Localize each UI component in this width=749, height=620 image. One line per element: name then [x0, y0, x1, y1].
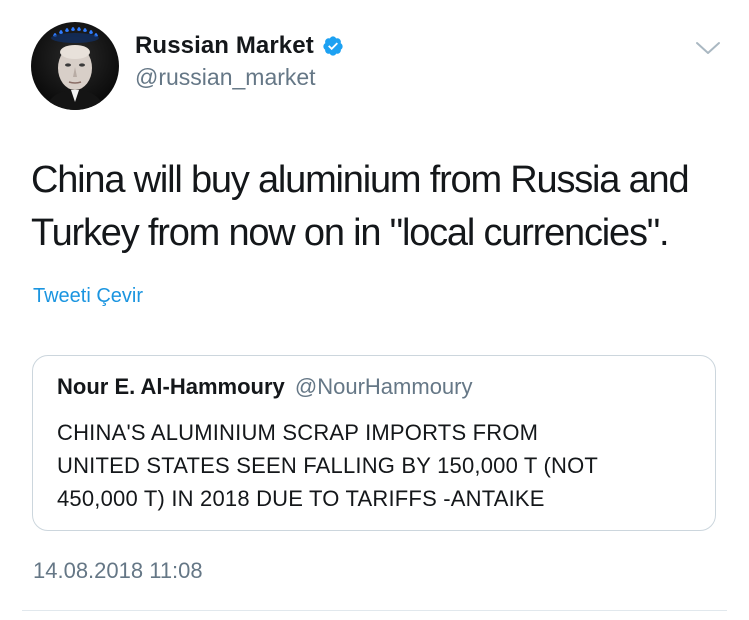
author-display-name[interactable]: Russian Market: [135, 32, 314, 60]
quoted-tweet-header: Nour E. Al-Hammoury @NourHammoury: [57, 374, 473, 400]
quoted-author-handle: @NourHammoury: [294, 374, 473, 399]
tweet-timestamp[interactable]: 14.08.2018 11:08: [33, 558, 203, 584]
avatar-portrait-icon: [45, 27, 105, 110]
quoted-author-name: Nour E. Al-Hammoury: [57, 374, 285, 399]
tweet-text: China will buy aluminium from Russia and…: [31, 159, 690, 254]
quoted-tweet-card[interactable]: Nour E. Al-Hammoury @NourHammoury CHINA'…: [32, 355, 716, 531]
translate-tweet-link[interactable]: Tweeti Çevir: [33, 285, 143, 308]
verified-badge-icon: [323, 36, 343, 56]
divider: [22, 610, 727, 611]
avatar[interactable]: [31, 22, 119, 110]
author-handle[interactable]: @russian_market: [135, 64, 316, 91]
chevron-down-icon[interactable]: [694, 38, 722, 58]
author-row[interactable]: Russian Market: [135, 30, 344, 62]
quoted-tweet-text: CHINA'S ALUMINIUM SCRAP IMPORTS FROM UNI…: [57, 420, 599, 511]
